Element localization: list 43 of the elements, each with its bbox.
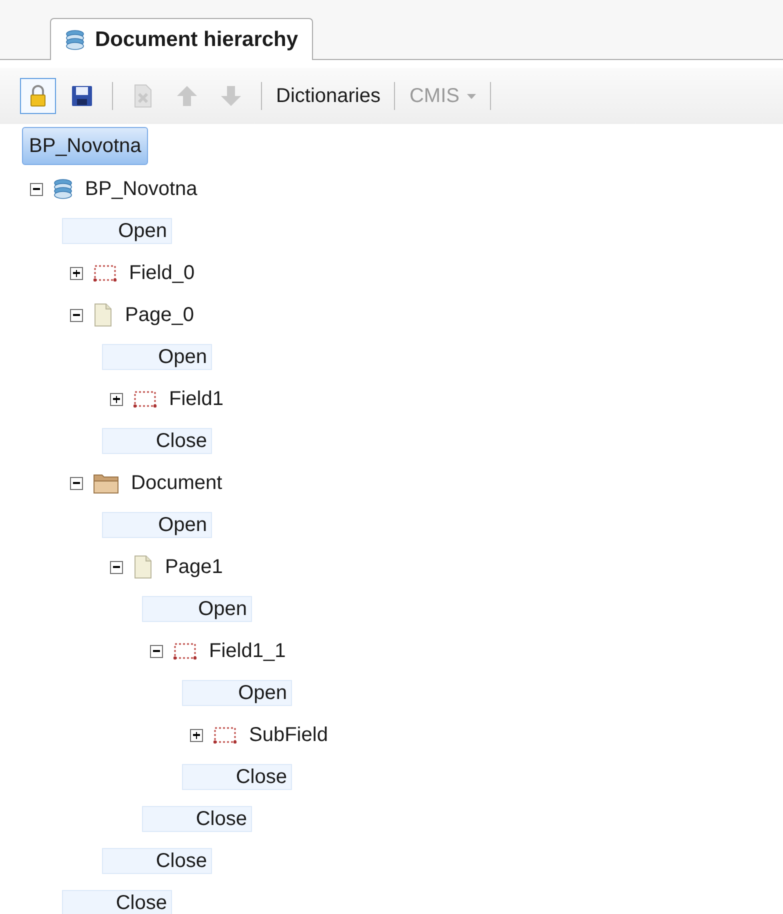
tree-node-label[interactable]: BP_Novotna	[85, 174, 198, 204]
tree-node-label[interactable]: Field1_1	[209, 636, 286, 666]
breadcrumb-item[interactable]: BP_Novotna	[22, 127, 148, 165]
page-icon	[93, 303, 113, 327]
dashed-rectangle-icon	[213, 725, 237, 745]
caret-icon	[467, 94, 476, 98]
tree-marker: Open	[102, 512, 212, 538]
delete-document-icon	[133, 84, 153, 108]
tree-marker: Close	[182, 764, 292, 790]
padlock-icon	[29, 85, 47, 107]
collapse-toggle[interactable]	[30, 182, 43, 196]
collapse-toggle[interactable]	[110, 560, 123, 574]
tree-node-label[interactable]: Page1	[165, 552, 223, 582]
expand-toggle[interactable]	[70, 266, 83, 280]
tree-marker: Close	[62, 890, 172, 914]
tree-marker: Close	[102, 848, 212, 874]
page-icon	[133, 555, 153, 579]
tree-node-label[interactable]: Field1	[169, 384, 224, 414]
database-icon	[53, 178, 73, 200]
down-arrow-icon	[220, 85, 242, 107]
tree-marker: Open	[102, 344, 212, 370]
database-icon	[65, 28, 85, 50]
folder-icon	[93, 472, 119, 494]
tree-node-label[interactable]: Field_0	[129, 258, 195, 288]
dashed-rectangle-icon	[173, 641, 197, 661]
expand-toggle[interactable]	[190, 728, 203, 742]
tab[interactable]: Document hierarchy	[50, 18, 314, 60]
tree-marker: Open	[182, 680, 292, 706]
collapse-toggle[interactable]	[150, 644, 163, 658]
tree-marker: Close	[142, 806, 252, 832]
tree-marker: Open	[62, 218, 172, 244]
collapse-toggle[interactable]	[70, 308, 83, 322]
tree-node-label[interactable]: Document	[131, 468, 222, 498]
tree-node-label[interactable]: SubField	[249, 720, 328, 750]
dashed-rectangle-icon	[93, 263, 117, 283]
tree-node-label[interactable]: Page_0	[125, 300, 194, 330]
expand-toggle[interactable]	[110, 392, 123, 406]
collapse-toggle[interactable]	[70, 476, 83, 490]
dashed-rectangle-icon	[133, 389, 157, 409]
tree-marker: Close	[102, 428, 212, 454]
toolbar-button[interactable]: Dictionaries	[274, 78, 382, 114]
up-arrow-icon	[176, 85, 198, 107]
tree-marker: Open	[142, 596, 252, 622]
